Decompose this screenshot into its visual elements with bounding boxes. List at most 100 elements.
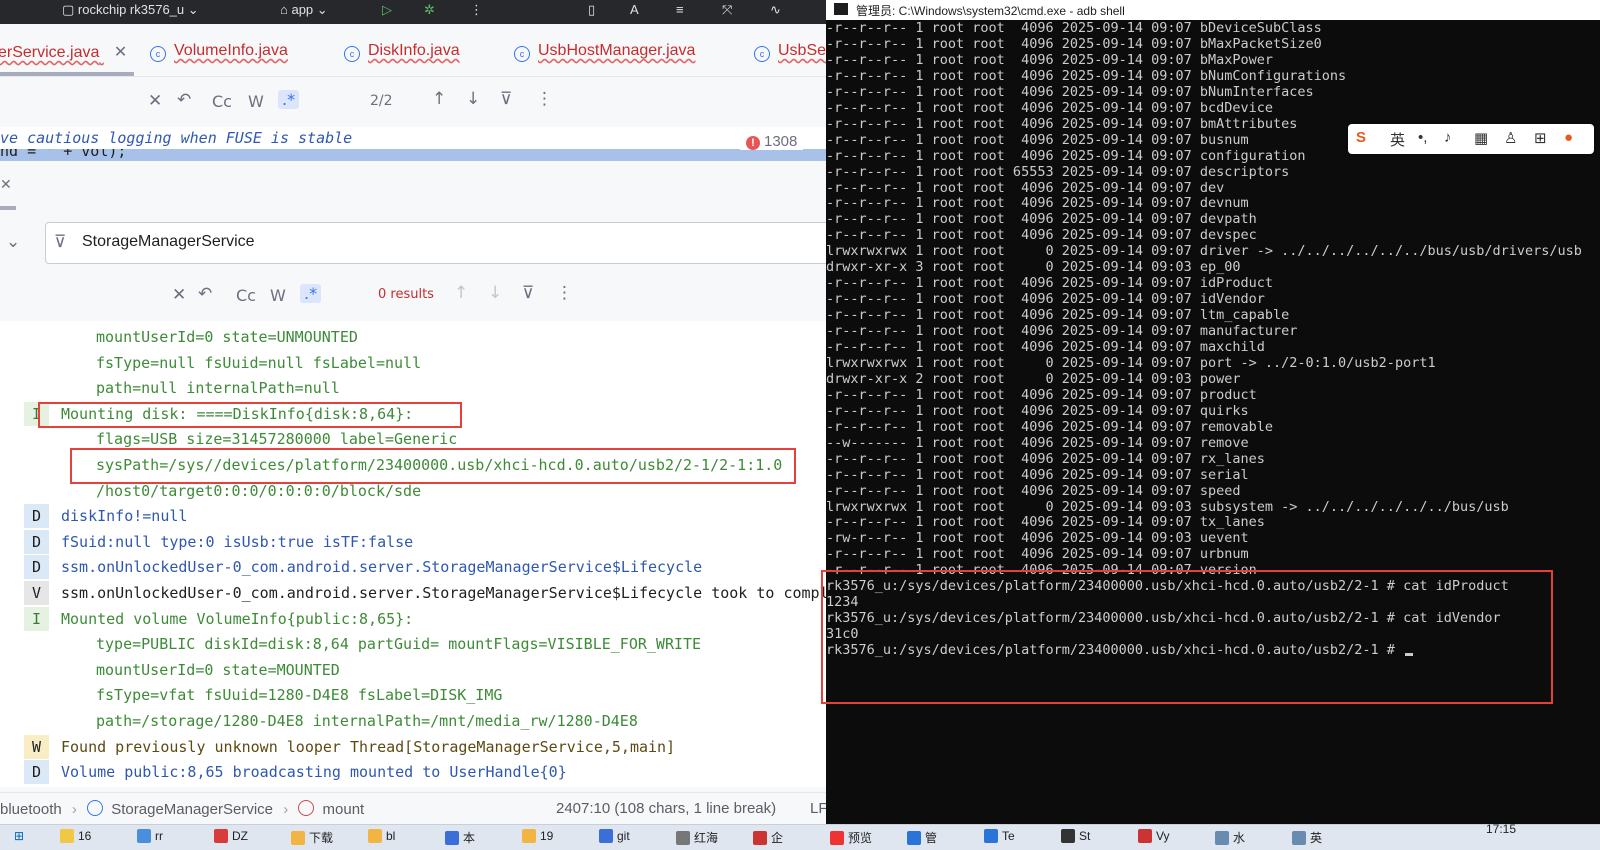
- taskbar-item[interactable]: rr: [137, 829, 163, 843]
- log-row[interactable]: path=null internalPath=null: [0, 375, 826, 401]
- arrow-up-icon[interactable]: ↑: [432, 89, 446, 109]
- log-row[interactable]: path=/storage/1280-D4E8 internalPath=/mn…: [0, 708, 826, 734]
- taskbar-item[interactable]: St: [1061, 829, 1090, 843]
- translate-icon[interactable]: A: [630, 2, 639, 17]
- taskbar-item[interactable]: 管: [907, 829, 937, 846]
- log-row[interactable]: mountUserId=0 state=MOUNTED: [0, 657, 826, 683]
- close-icon[interactable]: ✕: [114, 42, 127, 62]
- log-row[interactable]: fsType=vfat fsUuid=1280-D4E8 fsLabel=DIS…: [0, 682, 826, 708]
- taskbar-item[interactable]: 预览: [830, 829, 872, 846]
- app-icon: [984, 829, 998, 843]
- windows-taskbar: ⊞ 16 rr DZ 下载 bl 本 19 git 红海 企 预览 管 Te St Vy 水 英 17:15: [0, 822, 1600, 850]
- log-row[interactable]: W Found previously unknown looper Thread[…: [0, 734, 826, 760]
- taskbar-item[interactable]: git: [599, 829, 630, 843]
- error-counter[interactable]: ! 1308: [740, 133, 804, 150]
- tab-usb-service[interactable]: c UsbSe: [754, 42, 826, 62]
- ime-toolbar: S 英 •, ♪ ▦ ♙ ⊞ ●: [1348, 124, 1594, 154]
- match-case-toggle[interactable]: Cc: [212, 92, 232, 111]
- log-row[interactable]: type=PUBLIC diskId=disk:8,64 partGuid= m…: [0, 631, 826, 657]
- whole-word-toggle[interactable]: W: [248, 92, 264, 111]
- filter-icon[interactable]: ⊽: [522, 283, 534, 303]
- method-icon: [298, 800, 315, 816]
- taskbar-item[interactable]: 19: [522, 829, 553, 843]
- replace-icon[interactable]: ↶: [177, 90, 191, 110]
- app-icon: [1061, 829, 1075, 843]
- start-icon[interactable]: ⊞: [14, 829, 24, 843]
- log-row[interactable]: D Volume public:8,65 broadcasting mounted…: [0, 759, 826, 785]
- log-level-badge: W: [24, 734, 49, 759]
- profiler-icon[interactable]: ∿: [770, 2, 781, 18]
- arrow-up-icon[interactable]: ↑: [454, 283, 468, 303]
- more-icon[interactable]: ⋮: [536, 89, 553, 109]
- replace-icon[interactable]: ↶: [198, 284, 212, 304]
- regex-toggle[interactable]: .*: [278, 90, 300, 109]
- tab-volume-info[interactable]: c VolumeInfo.java: [150, 42, 288, 62]
- taskbar-item[interactable]: 企: [753, 829, 783, 846]
- taskbar-item[interactable]: Te: [984, 829, 1015, 843]
- terminal-line: -r--r--r-- 1 root root 4096 2025-09-14 0…: [826, 386, 1257, 403]
- taskbar-item[interactable]: 16: [60, 829, 91, 843]
- filter-icon[interactable]: ⊽: [500, 89, 512, 109]
- close-icon[interactable]: ✕: [172, 285, 186, 305]
- log-message: fsType=null fsUuid=null fsLabel=null: [96, 353, 422, 372]
- taskbar-item[interactable]: bl: [368, 829, 395, 843]
- log-row[interactable]: I Mounted volume VolumeInfo{public:8,65}:: [0, 606, 826, 632]
- project-selector[interactable]: ▢ rockchip rk3576_u ⌄: [62, 2, 199, 18]
- taskbar-item[interactable]: 下载: [291, 829, 333, 846]
- breadcrumb: bluetooth › StorageManagerService › moun…: [0, 800, 365, 818]
- toolbox-icon[interactable]: ⊞: [1534, 129, 1547, 147]
- taskbar-item[interactable]: DZ: [214, 829, 248, 843]
- mirror-icon[interactable]: ⤧: [722, 2, 732, 18]
- device-manager-icon[interactable]: ▯: [588, 2, 595, 18]
- close-icon[interactable]: ✕: [148, 91, 162, 111]
- app-icon: [907, 831, 921, 845]
- app-icon: [599, 829, 613, 843]
- punctuation-icon[interactable]: •,: [1418, 129, 1427, 146]
- log-row[interactable]: D fSuid:null type:0 isUsb:true isTF:fals…: [0, 529, 826, 555]
- chevron-down-icon[interactable]: ⌄: [6, 232, 20, 252]
- code-comment: ve cautious logging when FUSE is stable: [0, 129, 353, 147]
- keyboard-icon[interactable]: ▦: [1474, 129, 1488, 147]
- log-row[interactable]: fsType=null fsUuid=null fsLabel=null: [0, 350, 826, 376]
- run-config-selector[interactable]: ⌂ app ⌄: [280, 2, 328, 18]
- logcat-filter-input[interactable]: ⊽ StorageManagerService: [45, 222, 837, 264]
- taskbar-item[interactable]: 水: [1215, 829, 1245, 846]
- sogou-logo-icon[interactable]: S: [1356, 129, 1366, 146]
- tab-disk-info[interactable]: c DiskInfo.java: [344, 42, 460, 62]
- run-icon[interactable]: ▷: [382, 2, 392, 18]
- chevron-down-icon: ⌄: [187, 2, 199, 17]
- tab-usb-host-manager[interactable]: c UsbHostManager.java: [514, 42, 695, 62]
- whole-word-toggle[interactable]: W: [270, 286, 286, 305]
- layout-icon[interactable]: ≡: [676, 2, 684, 17]
- code-line-selected: nd = " + vol);: [0, 149, 826, 161]
- match-case-toggle[interactable]: Cc: [236, 286, 256, 305]
- tab-storage-manager-service[interactable]: erService.java ✕: [0, 42, 127, 62]
- mascot-icon[interactable]: ●: [1564, 129, 1573, 146]
- taskbar-item[interactable]: 英: [1292, 829, 1322, 846]
- log-level-badge: V: [24, 581, 49, 605]
- taskbar-clock[interactable]: 17:15: [1486, 822, 1516, 836]
- regex-toggle[interactable]: .*: [300, 284, 322, 303]
- taskbar-item[interactable]: Vy: [1138, 829, 1170, 843]
- skin-icon[interactable]: ♙: [1504, 129, 1517, 147]
- ime-mode[interactable]: 英: [1390, 129, 1405, 150]
- log-row[interactable]: Dssm.onUnlockedUser-0_com.android.server…: [0, 554, 826, 580]
- caret-position[interactable]: 2407:10 (108 chars, 1 line break): [556, 800, 776, 817]
- terminal-line: lrwxrwxrwx 1 root root 0 2025-09-14 09:0…: [826, 354, 1436, 371]
- log-row[interactable]: D diskInfo!=null: [0, 503, 826, 529]
- log-message: Mounted volume VolumeInfo{public:8,65}:: [61, 609, 414, 628]
- log-row[interactable]: Vssm.onUnlockedUser-0_com.android.server…: [0, 580, 826, 606]
- debug-icon[interactable]: ✲: [424, 2, 435, 18]
- more-icon[interactable]: ⋮: [556, 283, 573, 303]
- log-message: Found previously unknown looper Thread[S…: [61, 737, 676, 756]
- arrow-down-icon[interactable]: ↓: [488, 283, 502, 303]
- log-row[interactable]: mountUserId=0 state=UNMOUNTED: [0, 324, 826, 350]
- line-separator[interactable]: LF: [810, 800, 828, 817]
- taskbar-item[interactable]: 本: [445, 829, 475, 846]
- taskbar-item[interactable]: 红海: [676, 829, 718, 846]
- app-icon: [830, 831, 844, 845]
- close-icon[interactable]: ✕: [0, 177, 12, 193]
- arrow-down-icon[interactable]: ↓: [466, 89, 480, 109]
- more-icon[interactable]: ⋮: [470, 2, 483, 18]
- microphone-icon[interactable]: ♪: [1444, 129, 1452, 146]
